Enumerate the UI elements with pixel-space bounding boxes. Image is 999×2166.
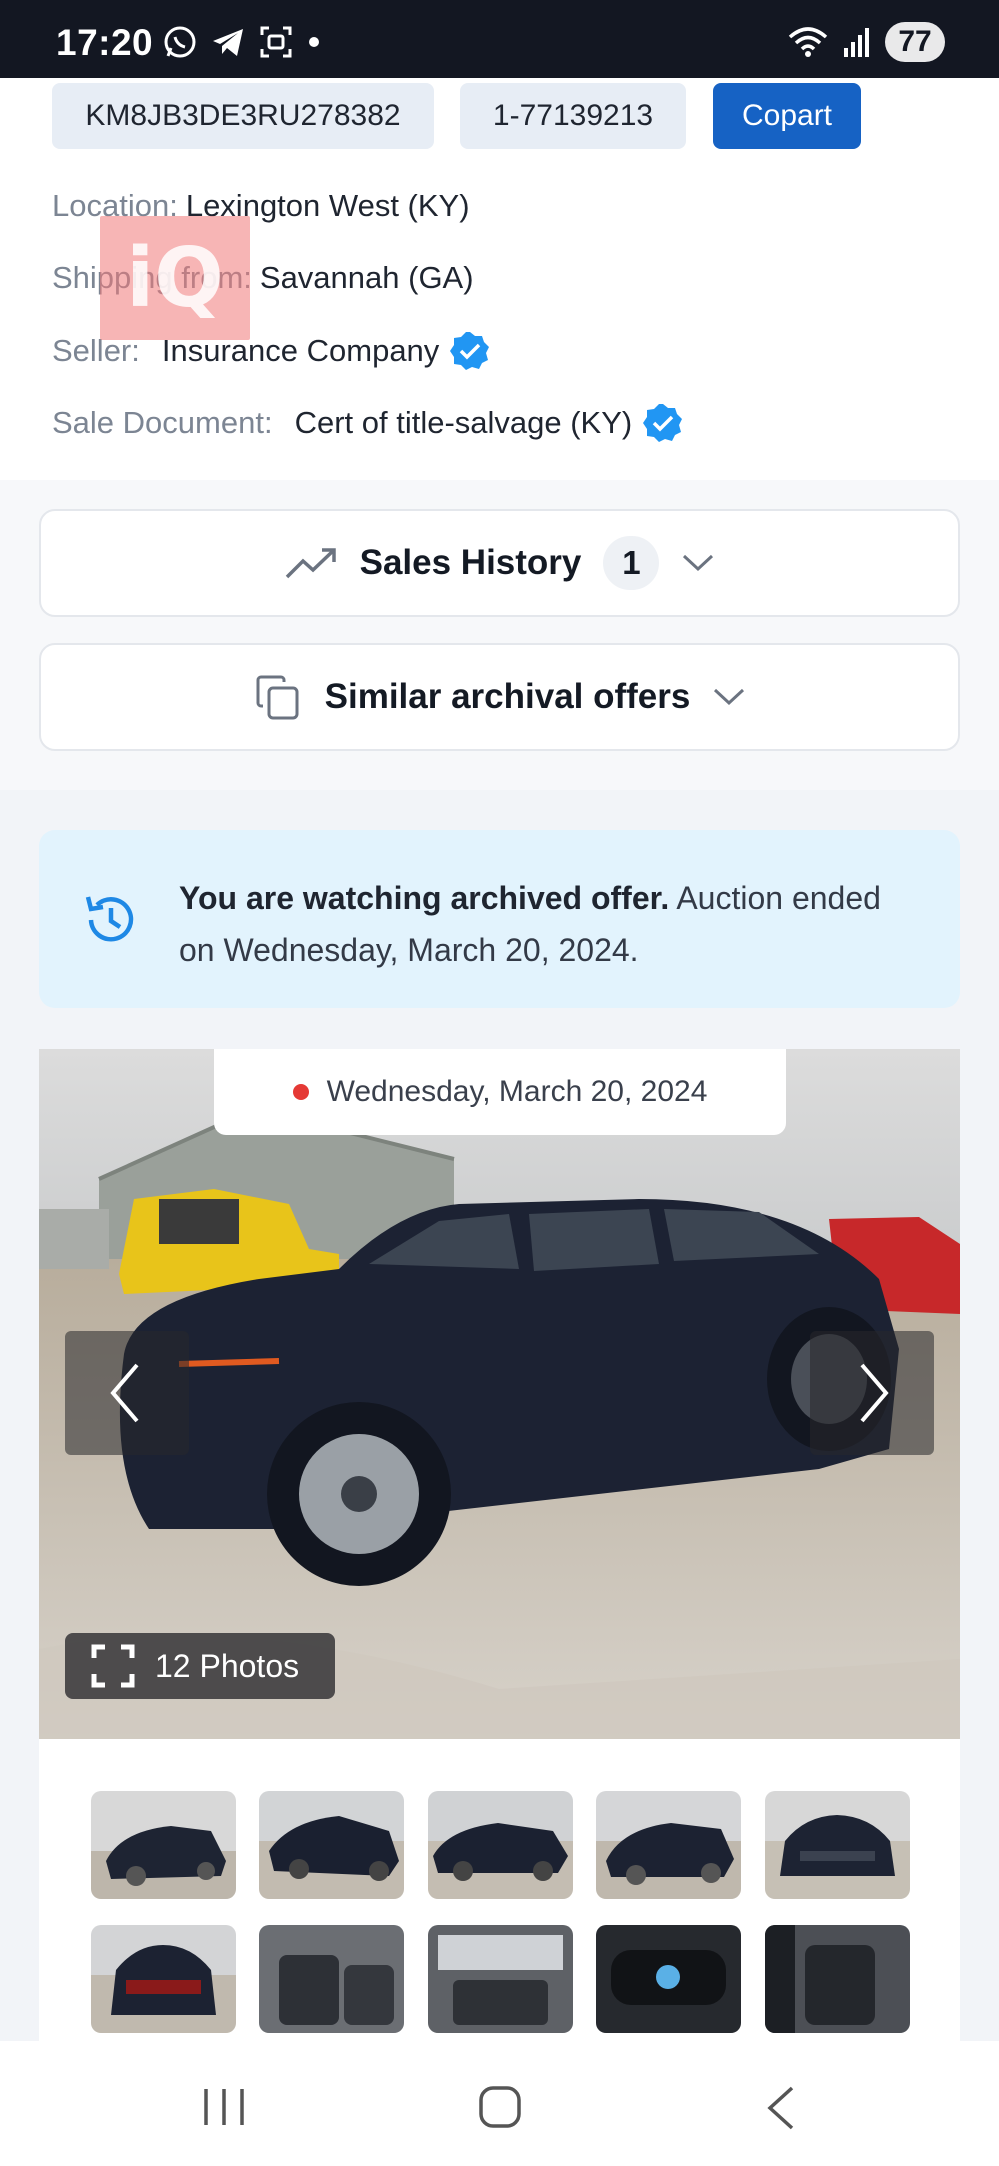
watermark-logo: iQ	[100, 216, 250, 340]
system-icons: 77	[787, 22, 945, 62]
chevron-left-icon	[110, 1363, 139, 1423]
thumbnail-1[interactable]	[91, 1791, 236, 1899]
status-bar: 17:20 77	[0, 0, 999, 78]
home-icon[interactable]	[478, 2085, 522, 2129]
vin-chip[interactable]: KM8JB3DE3RU278382	[52, 83, 434, 149]
dot-icon	[309, 37, 319, 47]
trend-icon	[285, 548, 336, 579]
previous-photo-button[interactable]	[65, 1331, 189, 1455]
archived-message: You are watching archived offer. Auction…	[179, 872, 899, 976]
thumbnail-4[interactable]	[596, 1791, 741, 1899]
lot-number-chip[interactable]: 1-77139213	[460, 83, 686, 149]
sale-document-value: Cert of title-salvage (KY)	[294, 405, 633, 440]
back-icon[interactable]	[764, 2085, 798, 2131]
thumbnail-8[interactable]	[428, 1925, 573, 2033]
verified-icon	[643, 404, 683, 442]
thumbnail-6[interactable]	[91, 1925, 236, 2033]
sales-history-accordion[interactable]: Sales History 1	[39, 509, 960, 617]
chevron-right-icon	[860, 1363, 889, 1423]
thumbnail-7[interactable]	[259, 1925, 404, 2033]
copart-button[interactable]: Copart	[713, 83, 861, 149]
sale-document-row: Sale Document: Cert of title-salvage (KY…	[52, 402, 684, 444]
thumbnail-3[interactable]	[428, 1791, 573, 1899]
thumbnail-grid	[39, 1739, 960, 2041]
notification-icons	[162, 24, 322, 60]
system-navigation-bar	[0, 2041, 999, 2166]
similar-offers-accordion[interactable]: Similar archival offers	[39, 643, 960, 751]
thumbnail-2[interactable]	[259, 1791, 404, 1899]
thumbnail-10[interactable]	[765, 1925, 910, 2033]
copy-icon	[256, 675, 299, 720]
wifi-icon	[788, 27, 828, 57]
telegram-icon	[213, 29, 243, 56]
sales-history-label: Sales History	[359, 543, 582, 582]
thumbnail-9[interactable]	[596, 1925, 741, 2033]
status-time: 17:20	[56, 22, 154, 63]
sale-document-label: Sale Document:	[52, 405, 273, 440]
auction-date-pill: Wednesday, March 20, 2024	[214, 1049, 786, 1135]
chevron-down-icon	[683, 554, 714, 572]
recent-apps-icon[interactable]	[202, 2087, 246, 2127]
battery-indicator: 77	[885, 22, 945, 62]
next-photo-button[interactable]	[810, 1331, 934, 1455]
chevron-down-icon	[714, 688, 745, 706]
whatsapp-icon	[164, 26, 196, 58]
photos-count-button[interactable]: 12 Photos	[65, 1633, 335, 1699]
sales-history-count: 1	[603, 536, 660, 590]
expand-icon	[91, 1644, 135, 1688]
archived-bold: You are watching archived offer.	[179, 880, 670, 916]
photos-count-label: 12 Photos	[155, 1647, 300, 1684]
screenshot-icon	[260, 26, 292, 58]
similar-offers-label: Similar archival offers	[324, 677, 691, 716]
status-dot	[292, 1084, 309, 1100]
verified-icon	[450, 332, 490, 370]
signal-icon	[844, 28, 869, 57]
shipping-value: Savannah (GA)	[259, 260, 474, 295]
history-icon	[85, 896, 134, 942]
thumbnail-5[interactable]	[765, 1791, 910, 1899]
archived-notice: You are watching archived offer. Auction…	[39, 830, 960, 1008]
auction-date: Wednesday, March 20, 2024	[326, 1075, 708, 1108]
